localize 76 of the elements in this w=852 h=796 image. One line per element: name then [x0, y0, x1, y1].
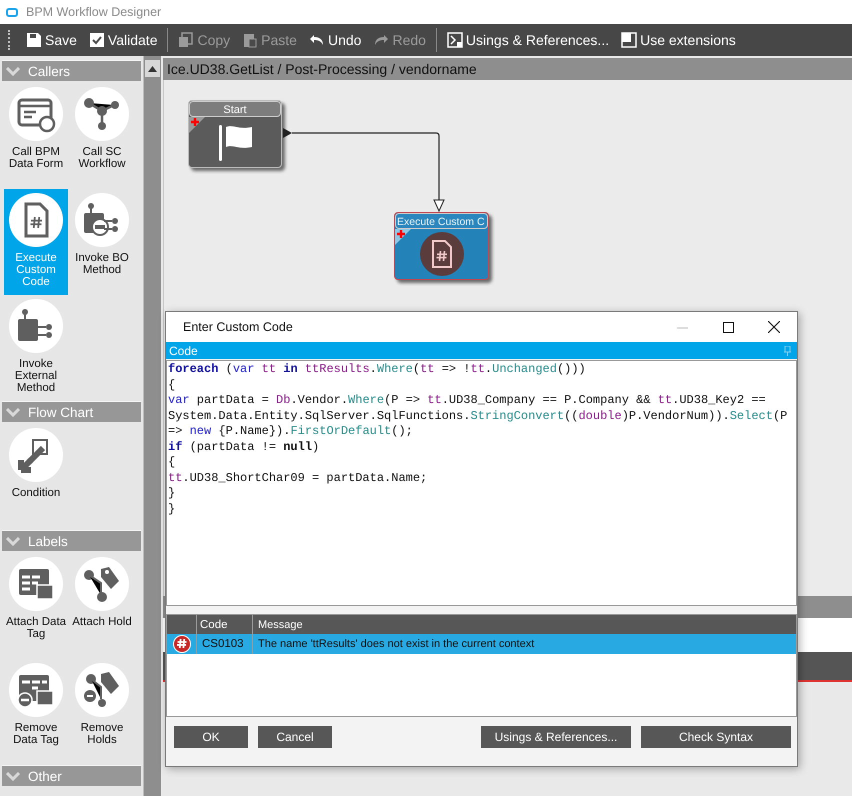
breadcrumb: Ice.UD38.GetList / Post-Processing / vendorname — [163, 58, 852, 80]
table-tag-icon — [9, 557, 63, 611]
code-line: { — [168, 455, 176, 470]
palette-item[interactable]: Attach Data Tag — [4, 553, 68, 659]
diagonal-arrows-icon — [9, 428, 63, 482]
tag-nodes-icon — [75, 557, 129, 611]
chevron-icon — [6, 772, 20, 780]
code-line: if (partData != null) — [168, 440, 320, 455]
workflow-node[interactable]: Execute Custom C — [394, 212, 489, 280]
document-hash-icon — [420, 232, 464, 276]
dialog-button[interactable]: Cancel — [258, 726, 332, 748]
toolbar-button[interactable]: Use extensions — [615, 26, 742, 54]
code-editor[interactable] — [166, 360, 797, 606]
dialog-title: Enter Custom Code — [183, 320, 293, 334]
close-icon — [768, 321, 780, 333]
tag-minus-icon — [75, 663, 129, 717]
palette-item[interactable]: Invoke External Method — [4, 295, 68, 401]
plus-corner-icon — [189, 117, 205, 133]
palette-item[interactable]: Remove Data Tag — [4, 659, 68, 765]
block-connector-icon — [75, 193, 129, 247]
palette-item[interactable]: Remove Holds — [70, 659, 134, 765]
toolbar-button[interactable]: Save — [20, 26, 83, 54]
table-cell-text: The name 'ttResults' does not exist in the current context — [257, 638, 536, 650]
toolbar-button[interactable]: Undo — [302, 26, 368, 54]
chevron-icon — [6, 408, 20, 416]
network-icon — [75, 87, 129, 141]
caret-up-icon — [148, 66, 157, 72]
paste-icon — [242, 32, 258, 48]
flag-icon — [217, 123, 253, 161]
dialog-button[interactable]: OK — [174, 726, 248, 748]
code-line: System.Data.Entity.SqlServer.SqlFunctions.StringConvert((double)P.VendorNum)).Select(P — [168, 408, 788, 424]
workflow-node[interactable]: Start — [188, 100, 282, 168]
scrollbar[interactable] — [143, 56, 161, 796]
block-connector-icon — [9, 299, 63, 353]
code-line: var partData = Db.Vendor.Where(P => tt.UD38_Company == P.Company && tt.UD38_Key2 == — [168, 393, 767, 408]
palette-group-title: Other — [28, 768, 62, 784]
palette-group-title: Callers — [28, 64, 70, 78]
chevron-icon — [6, 536, 20, 546]
window-title: BPM Workflow Designer — [26, 5, 162, 19]
table-minus-icon — [9, 663, 63, 717]
palette-item[interactable]: Condition — [4, 424, 68, 530]
plus-corner-icon — [395, 229, 411, 245]
error-icon — [172, 635, 190, 653]
window-icon — [621, 32, 638, 48]
code-line: { — [168, 378, 176, 393]
code-line: foreach (var tt in ttResults.Where(tt => !tt.Unchanged())) — [168, 362, 587, 378]
error-row[interactable]: CS0103 The name 'ttResults' does not exist in the current context — [167, 634, 796, 654]
copy-icon — [178, 32, 194, 48]
window-clock-icon — [9, 87, 63, 141]
palette-item[interactable]: Invoke BO Method — [70, 189, 134, 295]
table-cell: CS0103 — [197, 634, 253, 654]
dialog-button[interactable]: Check Syntax — [641, 726, 791, 748]
save-icon — [26, 32, 42, 48]
scroll-up-button[interactable] — [145, 60, 160, 77]
maximize-icon — [722, 322, 734, 332]
code-line: } — [168, 502, 176, 517]
palette-item[interactable]: Call BPM Data Form — [4, 83, 68, 189]
toolbar-button[interactable]: Usings & References... — [440, 26, 616, 54]
app-icon — [6, 8, 18, 16]
palette-item[interactable]: Attach Hold — [70, 553, 134, 659]
document-hash-icon — [9, 193, 63, 247]
toolbar-grip-icon — [8, 30, 12, 50]
palette-group-title: Flow Chart — [28, 404, 94, 420]
palette-item[interactable]: Call SC Workflow — [70, 83, 134, 189]
checkbox-icon — [88, 32, 105, 48]
panel-title: Code — [169, 344, 198, 358]
chevron-icon — [6, 66, 20, 76]
toolbar-button[interactable]: Validate — [82, 26, 164, 54]
code-line: tt.UD38_ShortChar09 = partData.Name; — [168, 470, 428, 486]
palette-group-title: Labels — [28, 534, 68, 548]
column-header: Message — [257, 618, 304, 630]
undo-icon — [308, 33, 325, 47]
code-line: } — [168, 486, 176, 502]
redo-icon — [373, 33, 390, 47]
dialog-button[interactable]: Usings & References... — [481, 726, 631, 748]
code-line: => new {P.Name}).FirstOrDefault(); — [168, 424, 414, 440]
